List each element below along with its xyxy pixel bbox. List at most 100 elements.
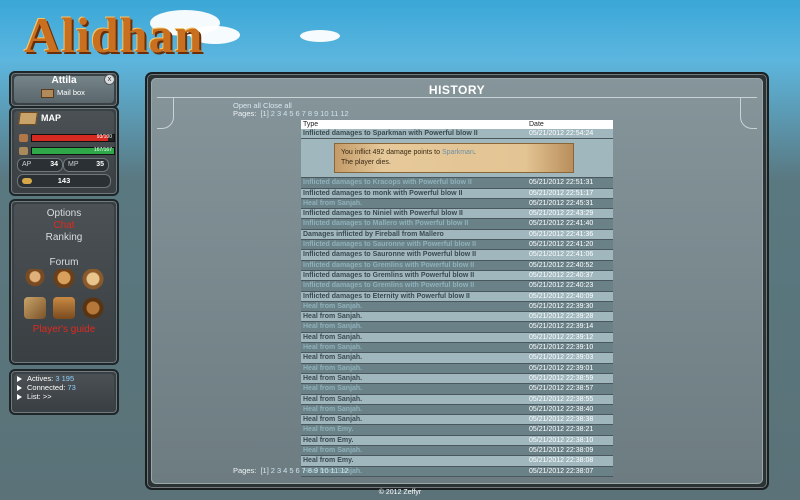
warrior-icon[interactable] <box>24 269 46 291</box>
page-link[interactable]: 7 <box>302 466 306 475</box>
row-type[interactable]: Inflicted damages to Sauronne with Power… <box>301 239 527 251</box>
row-type[interactable]: Heal from Sanjah. <box>301 383 527 395</box>
table-row[interactable]: Inflicted damages to Eternity with Power… <box>301 291 613 302</box>
table-row[interactable]: Heal from Sanjah. 05/21/2012 22:39:30 <box>301 301 613 313</box>
page-link[interactable]: 6 <box>295 466 299 475</box>
ranking-link[interactable]: Ranking <box>11 232 117 243</box>
table-row[interactable]: Inflicted damages to monk with Powerful … <box>301 188 613 199</box>
table-row[interactable]: Heal from Sanjah. 05/21/2012 22:38:38 <box>301 414 613 426</box>
table-row[interactable]: Heal from Sanjah. 05/21/2012 22:38:59 <box>301 373 613 385</box>
table-row[interactable]: Inflicted damages to Gremlins with Power… <box>301 280 613 292</box>
table-row[interactable]: Inflicted damages to Gremlins with Power… <box>301 270 613 282</box>
row-type[interactable]: Inflicted damages to Sauronne with Power… <box>301 249 527 261</box>
table-row[interactable]: Inflicted damages to Niniel with Powerfu… <box>301 208 613 220</box>
table-row[interactable]: Heal from Sanjah. 05/21/2012 22:38:55 <box>301 394 613 405</box>
table-row[interactable]: Inflicted damages to Sparkman with Power… <box>301 129 613 140</box>
players-guide-link[interactable]: Player's guide <box>11 324 117 335</box>
forum-link[interactable]: Forum <box>11 257 117 268</box>
hero-group-icon[interactable] <box>53 269 75 291</box>
row-type[interactable]: Heal from Emy. <box>301 424 527 436</box>
row-type[interactable]: Heal from Sanjah. <box>301 301 527 313</box>
page-link-current[interactable]: [1] <box>260 466 268 475</box>
player-name[interactable]: Attila <box>11 75 117 86</box>
row-type[interactable]: Heal from Sanjah. <box>301 352 527 364</box>
table-row[interactable]: Inflicted damages to Kracops with Powerf… <box>301 177 613 189</box>
table-row[interactable]: Heal from Sanjah. 05/21/2012 22:39:28 <box>301 311 613 323</box>
row-type[interactable]: Heal from Emy. <box>301 455 527 467</box>
table-row[interactable]: Heal from Sanjah. 05/21/2012 22:39:14 <box>301 321 613 333</box>
page-link[interactable]: 5 <box>289 109 293 118</box>
row-type[interactable]: Heal from Sanjah. <box>301 394 527 405</box>
table-row[interactable]: Inflicted damages to Sauronne with Power… <box>301 239 613 251</box>
scroll-icon[interactable] <box>24 297 46 319</box>
row-type[interactable]: Heal from Sanjah. <box>301 321 527 333</box>
row-type[interactable]: Heal from Sanjah. <box>301 414 527 426</box>
table-row[interactable]: Heal from Sanjah. 05/21/2012 22:38:57 <box>301 383 613 395</box>
row-type[interactable]: Heal from Sanjah. <box>301 404 527 416</box>
castle-icon[interactable] <box>53 297 75 319</box>
game-logo[interactable]: Alidhan <box>14 4 202 62</box>
table-row[interactable]: Heal from Sanjah. 05/21/2012 22:45:31 <box>301 198 613 210</box>
row-type[interactable]: Inflicted damages to Niniel with Powerfu… <box>301 208 527 220</box>
page-link[interactable]: 10 <box>320 466 328 475</box>
page-link[interactable]: 5 <box>289 466 293 475</box>
page-link[interactable]: 12 <box>340 466 348 475</box>
page-link[interactable]: 10 <box>320 109 328 118</box>
page-link[interactable]: 3 <box>277 466 281 475</box>
table-row[interactable]: Heal from Emy. 05/21/2012 22:38:10 <box>301 435 613 447</box>
row-type[interactable]: Inflicted damages to Gremlins with Power… <box>301 280 527 292</box>
table-row[interactable]: Inflicted damages to Mallero with Powerf… <box>301 218 613 230</box>
row-type[interactable]: Heal from Sanjah. <box>301 445 527 457</box>
page-link[interactable]: 12 <box>340 109 348 118</box>
row-type[interactable]: Inflicted damages to Gremlins with Power… <box>301 270 527 282</box>
page-link[interactable]: 11 <box>331 109 339 118</box>
row-type[interactable]: Inflicted damages to Sparkman with Power… <box>301 129 527 140</box>
row-type[interactable]: Inflicted damages to Eternity with Power… <box>301 291 527 302</box>
table-row[interactable]: Inflicted damages to Gremlins with Power… <box>301 260 613 271</box>
row-type[interactable]: Heal from Sanjah. <box>301 198 527 210</box>
row-type[interactable]: Heal from Sanjah. <box>301 363 527 374</box>
page-link[interactable]: 7 <box>302 109 306 118</box>
page-link[interactable]: 3 <box>277 109 281 118</box>
options-link[interactable]: Options <box>11 208 117 219</box>
page-link[interactable]: 11 <box>331 466 339 475</box>
page-link[interactable]: 9 <box>314 109 318 118</box>
row-type[interactable]: Heal from Emy. <box>301 435 527 447</box>
table-row[interactable]: Heal from Emy. 05/21/2012 22:38:08 <box>301 455 613 467</box>
table-row[interactable]: Heal from Sanjah. 05/21/2012 22:39:01 <box>301 363 613 374</box>
table-row[interactable]: Damages inflicted by Fireball from Malle… <box>301 229 613 241</box>
page-link-current[interactable]: [1] <box>260 109 268 118</box>
table-row[interactable]: Inflicted damages to Sauronne with Power… <box>301 249 613 261</box>
mailbox-link[interactable]: Mail box <box>41 88 85 98</box>
sword-icon[interactable] <box>82 297 104 319</box>
page-link[interactable]: 6 <box>295 109 299 118</box>
row-type[interactable]: Inflicted damages to Mallero with Powerf… <box>301 218 527 230</box>
row-type[interactable]: Inflicted damages to monk with Powerful … <box>301 188 527 199</box>
tent-icon[interactable] <box>82 269 104 291</box>
map-link[interactable]: MAP <box>18 112 61 125</box>
row-type[interactable]: Heal from Sanjah. <box>301 311 527 323</box>
page-link[interactable]: 2 <box>271 109 275 118</box>
table-row[interactable]: Heal from Sanjah. 05/21/2012 22:38:09 <box>301 445 613 457</box>
table-row[interactable]: Heal from Sanjah. 05/21/2012 22:39:12 <box>301 332 613 344</box>
row-type[interactable]: Heal from Sanjah. <box>301 342 527 354</box>
chat-link[interactable]: Chat <box>11 220 117 231</box>
row-type[interactable]: Inflicted damages to Gremlins with Power… <box>301 260 527 271</box>
page-link[interactable]: 4 <box>283 109 287 118</box>
close-icon[interactable]: x <box>104 74 115 85</box>
page-link[interactable]: 9 <box>314 466 318 475</box>
row-type[interactable]: Heal from Sanjah. <box>301 332 527 344</box>
page-link[interactable]: 2 <box>271 466 275 475</box>
row-type[interactable]: Heal from Sanjah. <box>301 373 527 385</box>
page-link[interactable]: 4 <box>283 466 287 475</box>
list-link[interactable]: List: >> <box>17 392 52 401</box>
page-link[interactable]: 8 <box>308 466 312 475</box>
detail-target[interactable]: Sparkman <box>442 149 474 156</box>
table-row[interactable]: Heal from Sanjah. 05/21/2012 22:39:03 <box>301 352 613 364</box>
table-row[interactable]: Heal from Sanjah. 05/21/2012 22:39:10 <box>301 342 613 354</box>
row-type[interactable]: Inflicted damages to Kracops with Powerf… <box>301 177 527 189</box>
table-row[interactable]: Heal from Sanjah. 05/21/2012 22:38:40 <box>301 404 613 416</box>
row-type[interactable]: Damages inflicted by Fireball from Malle… <box>301 229 527 241</box>
page-link[interactable]: 8 <box>308 109 312 118</box>
table-row[interactable]: Heal from Emy. 05/21/2012 22:38:21 <box>301 424 613 436</box>
